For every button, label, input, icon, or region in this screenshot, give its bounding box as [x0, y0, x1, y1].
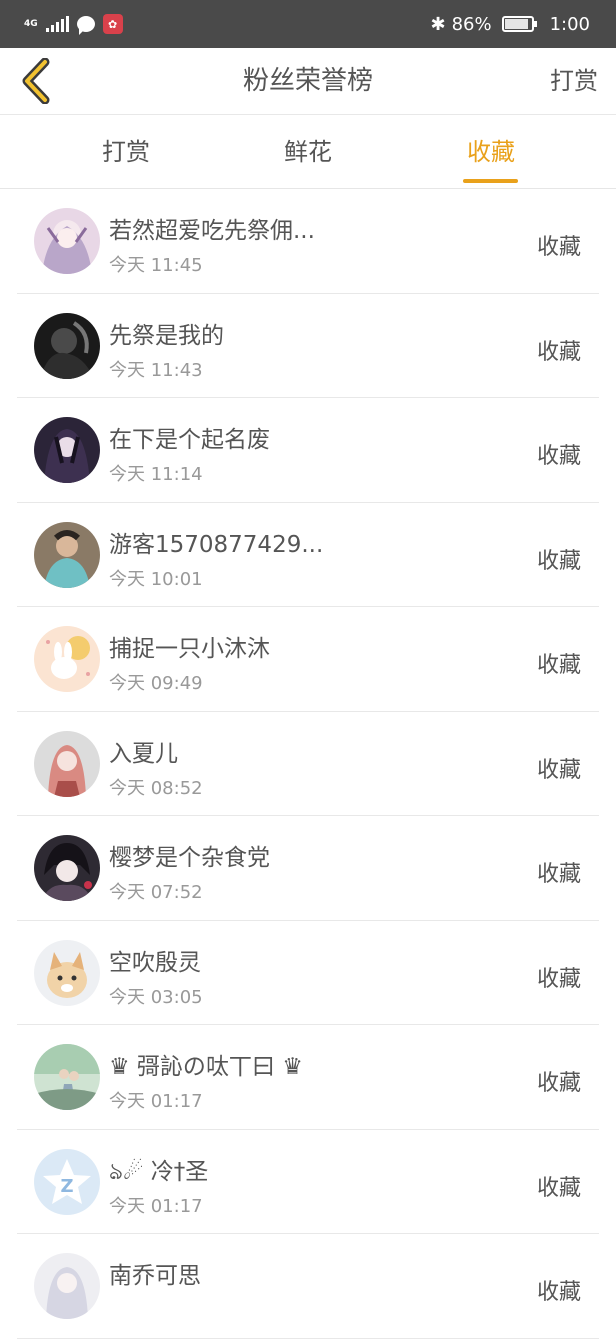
fan-name: 若然超爱吃先祭佣...	[109, 218, 315, 244]
fan-action-label: 收藏	[536, 339, 581, 365]
fan-time: 今天 10:01	[109, 568, 203, 590]
avatar	[34, 312, 100, 379]
network-type: 4G	[24, 18, 38, 29]
fan-action-label: 收藏	[536, 966, 581, 992]
list-item[interactable]: 空吹殷灵 今天 03:05 收藏	[17, 921, 599, 1025]
clock: 1:00	[549, 13, 590, 35]
fan-name: 入夏儿	[109, 740, 178, 767]
avatar	[34, 417, 100, 483]
fan-action-label: 收藏	[536, 1071, 581, 1096]
list-item[interactable]: ♛ 彁訫の呔丅曰 ♛ 今天 01:17 收藏	[17, 1025, 599, 1130]
fan-name: 南乔可思	[109, 1263, 201, 1289]
fan-time: 今天 03:05	[109, 986, 203, 1008]
fan-time: 今天 11:14	[109, 464, 203, 485]
fan-action-label: 收藏	[536, 862, 581, 887]
tab-reward[interactable]: 打赏	[66, 116, 186, 189]
list-item[interactable]: Z ঌ☄ 冷†圣 今天 01:17 收藏	[17, 1130, 599, 1234]
list-item[interactable]: 入夏儿 今天 08:52 收藏	[17, 712, 599, 816]
battery-percent: 86%	[451, 13, 492, 35]
fan-action-label: 收藏	[536, 653, 581, 678]
avatar	[34, 835, 100, 901]
tab-flowers[interactable]: 鲜花	[248, 116, 368, 189]
fan-name: 在下是个起名废	[109, 427, 270, 453]
fan-action-label: 收藏	[536, 757, 581, 783]
status-bar: 4G ✿ ✱ 86% 1:00	[0, 0, 616, 48]
fan-action-label: 收藏	[536, 444, 581, 469]
battery-icon	[501, 16, 537, 32]
fan-name: 捕捉一只小沐沐	[109, 636, 270, 662]
app-notification-icon: ✿	[102, 14, 123, 34]
avatar	[34, 1253, 100, 1319]
fan-time: 今天 11:43	[109, 359, 203, 381]
list-item[interactable]: 樱梦是个杂食党 今天 07:52 收藏	[17, 816, 599, 921]
tab-bar: 打赏 鲜花 收藏	[0, 116, 616, 189]
fan-time: 今天 07:52	[109, 882, 203, 903]
list-item[interactable]: 若然超爱吃先祭佣... 今天 11:45 收藏	[17, 189, 599, 294]
fan-action-label: 收藏	[536, 548, 581, 574]
fan-action-label: 收藏	[536, 235, 581, 260]
list-item[interactable]: 先祭是我的 今天 11:43 收藏	[17, 294, 599, 398]
status-right: ✱ 86% 1:00	[430, 14, 590, 35]
nav-bar: 粉丝荣誉榜 打赏	[0, 48, 616, 115]
avatar	[34, 208, 100, 274]
fan-name: ♛ 彁訫の呔丅曰 ♛	[109, 1054, 303, 1080]
avatar: Z	[34, 1148, 100, 1215]
avatar	[34, 939, 100, 1006]
active-tab-indicator	[463, 179, 518, 183]
fan-name: 先祭是我的	[109, 322, 224, 349]
fan-time: 今天 01:17	[109, 1091, 203, 1112]
fan-action-label: 收藏	[536, 1175, 581, 1201]
fan-time: 今天 11:45	[109, 255, 203, 276]
fan-time: 今天 01:17	[109, 1195, 203, 1217]
fan-action-label: 收藏	[536, 1280, 581, 1305]
fan-list: 若然超爱吃先祭佣... 今天 11:45 收藏 先祭是我的 今天 11:43 收…	[0, 189, 616, 1339]
fan-name: ঌ☄ 冷†圣	[109, 1158, 209, 1185]
reward-button[interactable]: 打赏	[550, 48, 598, 115]
status-left: 4G ✿	[24, 14, 123, 35]
avatar	[34, 626, 100, 692]
list-item[interactable]: 在下是个起名废 今天 11:14 收藏	[17, 398, 599, 503]
list-item[interactable]: 南乔可思 收藏	[17, 1234, 599, 1339]
signal-icon	[45, 16, 69, 32]
fan-time: 今天 09:49	[109, 673, 203, 694]
list-item[interactable]: 游客1570877429... 今天 10:01 收藏	[17, 503, 599, 607]
avatar	[34, 1044, 100, 1110]
fan-name: 游客1570877429...	[109, 531, 324, 558]
svg-text:Z: Z	[60, 1176, 73, 1197]
list-item[interactable]: 捕捉一只小沐沐 今天 09:49 收藏	[17, 607, 599, 712]
page-title: 粉丝荣誉榜	[242, 66, 373, 96]
bluetooth-icon: ✱	[430, 13, 446, 35]
back-button[interactable]	[14, 56, 58, 106]
avatar	[34, 521, 100, 588]
message-icon	[76, 16, 95, 35]
fan-name: 空吹殷灵	[109, 949, 201, 976]
fan-time: 今天 08:52	[109, 777, 203, 799]
chevron-left-icon	[22, 58, 50, 104]
avatar	[34, 730, 100, 797]
fan-name: 樱梦是个杂食党	[109, 845, 270, 871]
